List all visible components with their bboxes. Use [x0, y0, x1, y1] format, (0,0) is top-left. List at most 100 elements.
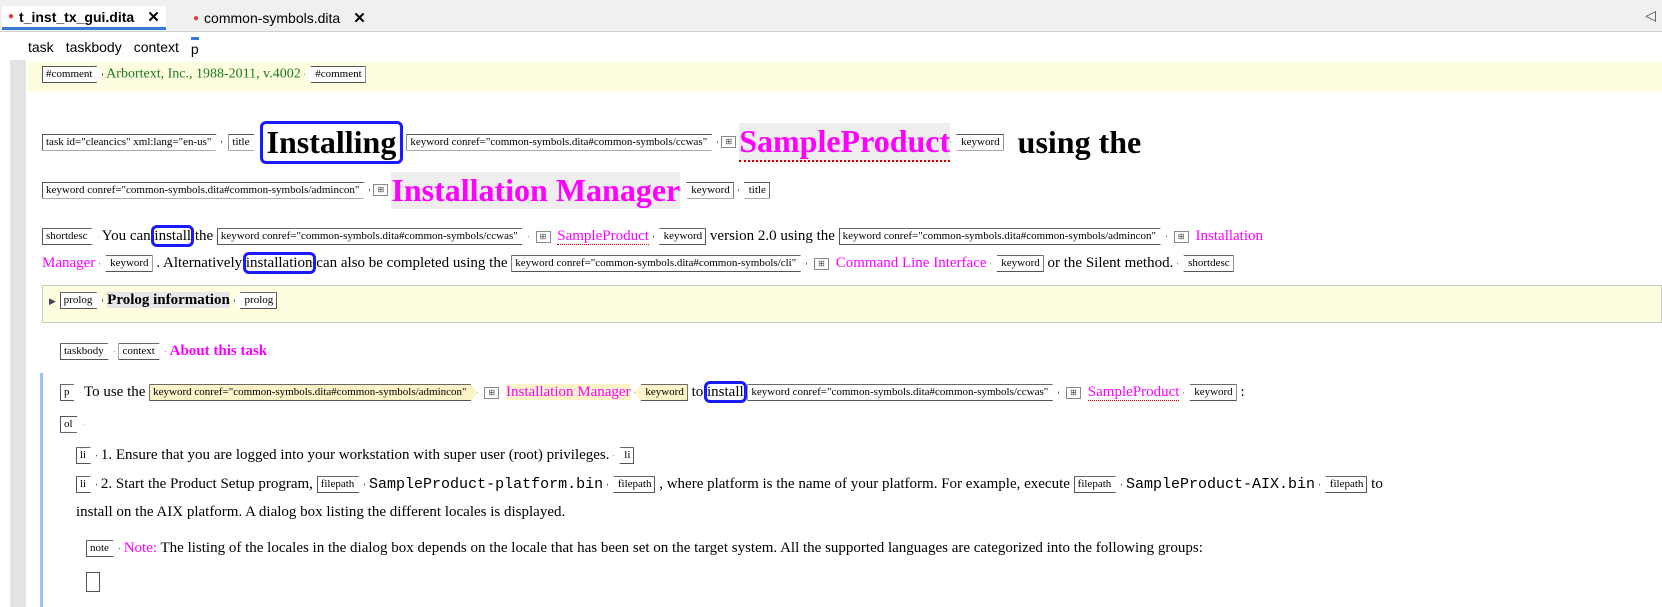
context-line[interactable]: taskbody context About this task: [60, 343, 267, 360]
tag-open[interactable]: li: [76, 447, 97, 464]
tag-close[interactable]: keyword: [634, 384, 688, 402]
tag-close[interactable]: prolog: [233, 292, 278, 310]
list-item[interactable]: li 2. Start the Product Setup program, f…: [76, 472, 1383, 497]
tag-open[interactable]: note: [86, 540, 120, 557]
tag-open[interactable]: keyword conref="common-symbols.dita#comm…: [42, 182, 370, 199]
text: :: [1240, 384, 1245, 400]
tag-open[interactable]: title: [228, 134, 260, 151]
tag-close[interactable]: shortdesc: [1177, 255, 1234, 273]
tag-open[interactable]: filepath: [1074, 476, 1123, 493]
keyword-cli[interactable]: Command Line Interface: [836, 255, 987, 271]
highlight-install[interactable]: install: [151, 225, 195, 247]
list-item-continuation[interactable]: install on the AIX platform. A dialog bo…: [76, 500, 565, 524]
keyword-sampleproduct[interactable]: SampleProduct: [1087, 384, 1180, 401]
tab-bar: ● t_inst_tx_gui.dita ✕ ● common-symbols.…: [0, 0, 1662, 32]
list-item-text: , where platform is the name of your pla…: [659, 476, 1070, 492]
paragraph-line[interactable]: p To use the keyword conref="common-symb…: [60, 380, 1245, 404]
close-tab-icon[interactable]: ✕: [147, 8, 160, 26]
text: can also be completed using the: [316, 255, 508, 271]
selection-bar: [40, 373, 43, 607]
tag-open[interactable]: taskbody: [60, 343, 115, 360]
breadcrumb-item-p[interactable]: p: [190, 37, 199, 57]
tag-open[interactable]: keyword conref="common-symbols.dita#comm…: [217, 228, 529, 245]
highlight-installation[interactable]: installation: [242, 252, 316, 274]
tab-label: t_inst_tx_gui.dita: [19, 8, 135, 25]
conref-icon: ⊞: [813, 257, 829, 270]
title-text: using the: [1017, 123, 1142, 160]
keyword-installation-manager[interactable]: Installation Manager: [391, 171, 681, 209]
comment-line[interactable]: #comment Arbortext, Inc., 1988-2011, v.4…: [28, 62, 1662, 92]
tag-close[interactable]: keyword: [99, 255, 153, 273]
tag-open[interactable]: keyword conref="common-symbols.dita#comm…: [747, 384, 1059, 401]
tag-open[interactable]: ol: [60, 416, 84, 433]
tag-close[interactable]: title: [737, 181, 770, 199]
tag-close[interactable]: keyword: [1183, 384, 1237, 402]
tag-open[interactable]: li: [76, 476, 97, 493]
tag-close[interactable]: filepath: [606, 476, 656, 494]
title-word[interactable]: Installing: [259, 120, 404, 164]
text: version 2.0 using the: [709, 228, 835, 244]
tag-open[interactable]: prolog: [60, 292, 104, 309]
list-item-text: 1. Ensure that you are logged into your …: [100, 447, 610, 463]
conref-icon: ⊞: [1066, 386, 1082, 399]
note-label: Note:: [123, 540, 158, 556]
tag-close[interactable]: keyword: [950, 133, 1004, 151]
tag-close[interactable]: keyword: [680, 181, 734, 199]
scroll-tabs-icon[interactable]: ◁: [1645, 7, 1656, 24]
list-item[interactable]: li 1. Ensure that you are logged into yo…: [76, 443, 635, 467]
breadcrumb-item-task[interactable]: task: [28, 39, 54, 55]
editor-gutter: [10, 60, 26, 607]
modified-dot-icon: ●: [8, 11, 15, 22]
conref-icon: ⊞: [484, 386, 500, 399]
title-line[interactable]: task id="cleancics" xml:lang="en-us" tit…: [42, 120, 1141, 164]
shortdesc-line-1[interactable]: shortdesc You can install the keyword co…: [42, 223, 1263, 249]
prolog-block[interactable]: ▶ prolog Prolog information prolog: [42, 285, 1662, 323]
tag-close[interactable]: filepath: [1318, 476, 1368, 494]
tag-open[interactable]: filepath: [317, 476, 366, 493]
text: You can: [101, 228, 151, 244]
conref-icon: ⊞: [535, 230, 551, 243]
keyword-sampleproduct[interactable]: SampleProduct: [557, 228, 649, 245]
tag-open[interactable]: keyword conref="common-symbols.dita#comm…: [406, 134, 718, 151]
tag-open[interactable]: shortdesc: [42, 228, 99, 245]
tag-close[interactable]: keyword: [990, 255, 1044, 273]
keyword-installation-manager[interactable]: Installation Manager: [506, 384, 631, 400]
tag-close[interactable]: li: [613, 447, 635, 465]
text: or the Silent method.: [1047, 255, 1174, 271]
list-item-text: 2. Start the Product Setup program,: [100, 476, 313, 492]
keyword-installation[interactable]: Installation: [1196, 228, 1264, 244]
note-text: The listing of the locales in the dialog…: [160, 540, 1203, 556]
tag-open[interactable]: p: [60, 384, 81, 401]
title-line-2[interactable]: keyword conref="common-symbols.dita#comm…: [42, 168, 770, 212]
tag-open[interactable]: keyword conref="common-symbols.dita#comm…: [839, 228, 1167, 245]
list-item-text: install on the AIX platform. A dialog bo…: [76, 504, 566, 520]
breadcrumb-item-taskbody[interactable]: taskbody: [66, 39, 122, 55]
context-text: About this task: [169, 343, 268, 359]
tab-t-inst-tx-gui[interactable]: ● t_inst_tx_gui.dita ✕: [2, 6, 166, 30]
tag-open[interactable]: keyword conref="common-symbols.dita#comm…: [511, 255, 807, 272]
tag-close[interactable]: #comment: [304, 66, 366, 83]
breadcrumb-item-context[interactable]: context: [134, 39, 179, 55]
tag-open[interactable]: keyword conref="common-symbols.dita#comm…: [149, 384, 477, 401]
filepath-text: SampleProduct-AIX.bin: [1126, 476, 1316, 493]
keyword-manager[interactable]: Manager: [42, 255, 95, 271]
tag-open[interactable]: [86, 572, 100, 592]
keyword-sampleproduct[interactable]: SampleProduct: [739, 122, 951, 162]
expand-triangle-icon[interactable]: ▶: [49, 296, 56, 306]
comment-text: Arbortext, Inc., 1988-2011, v.4002: [106, 66, 301, 82]
text: to: [691, 384, 704, 400]
text: To use the: [83, 384, 146, 400]
text: the: [194, 228, 214, 244]
highlight-install[interactable]: install: [704, 381, 747, 403]
tab-common-symbols[interactable]: ● common-symbols.dita ✕: [187, 6, 372, 30]
tag-open[interactable]: #comment: [42, 66, 103, 83]
tag-open[interactable]: context: [118, 343, 165, 360]
note-line[interactable]: note Note: The listing of the locales in…: [86, 536, 1203, 560]
modified-dot-icon: ●: [193, 12, 200, 24]
ol-line[interactable]: ol: [60, 415, 84, 433]
shortdesc-line-2[interactable]: Manager keyword . Alternatively installa…: [42, 250, 1234, 276]
tag-open[interactable]: task id="cleancics" xml:lang="en-us": [42, 134, 222, 151]
tag-close[interactable]: keyword: [652, 228, 707, 246]
close-tab-icon[interactable]: ✕: [353, 9, 366, 27]
breadcrumb: task taskbody context p: [0, 35, 199, 59]
